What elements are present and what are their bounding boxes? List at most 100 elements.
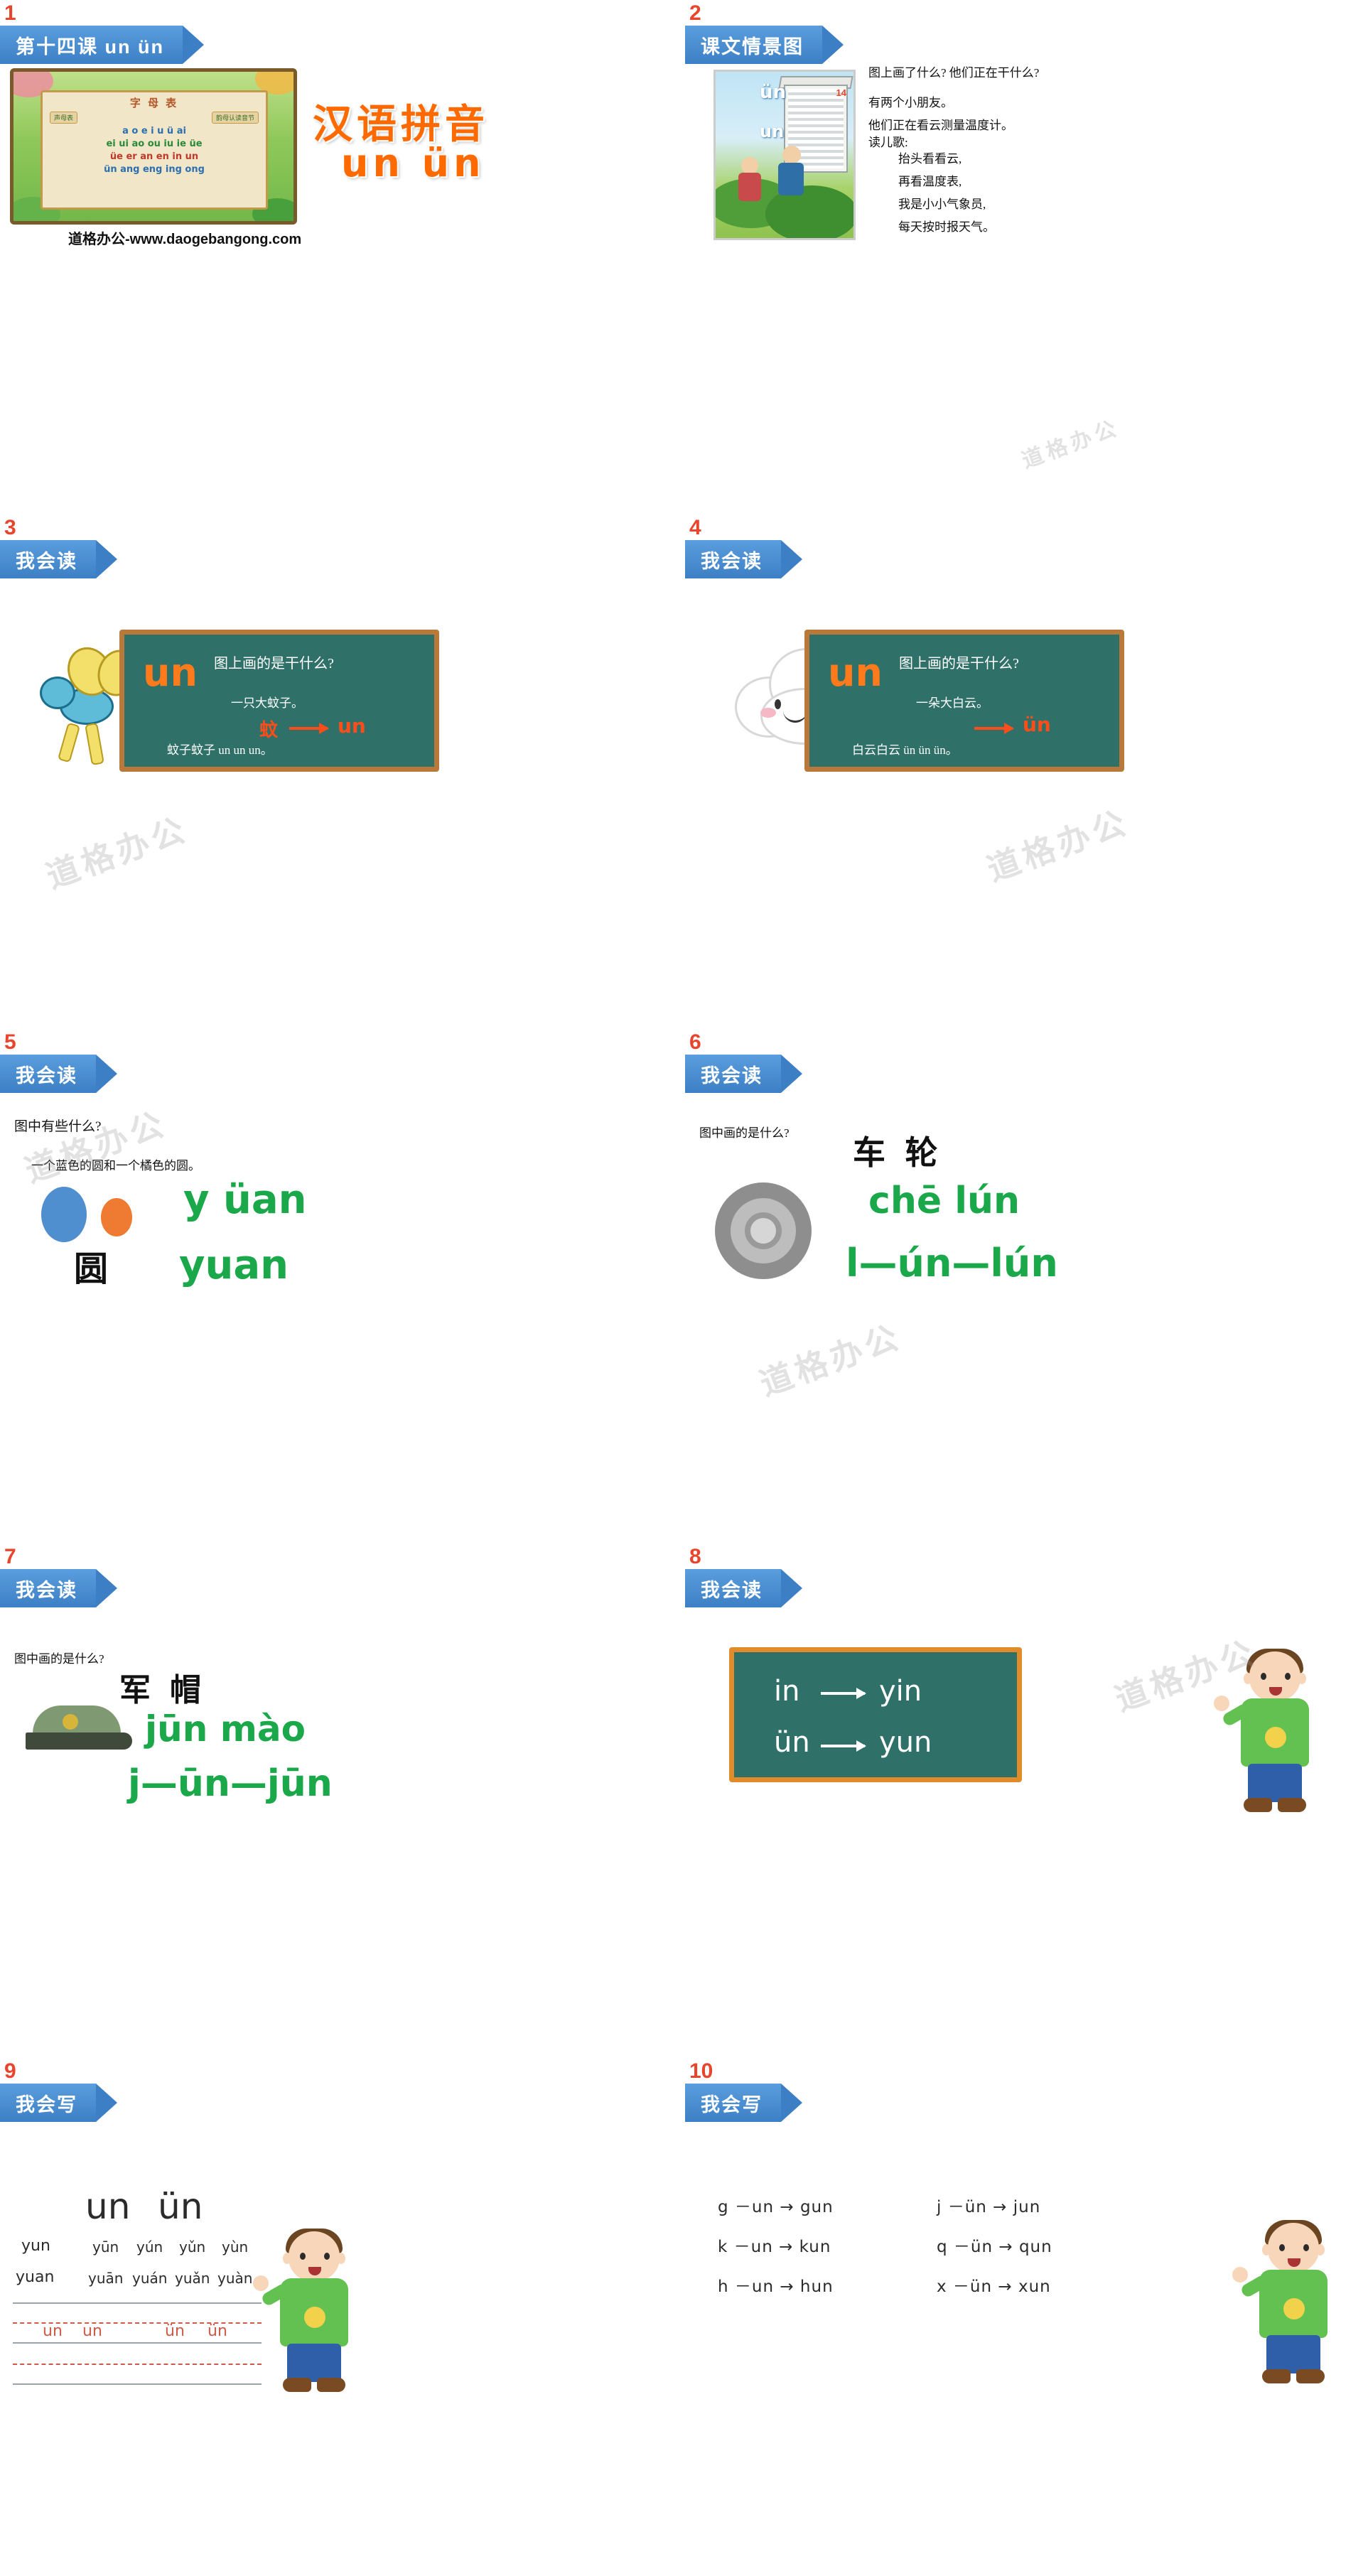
alphabet-chart-image: 字 母 表 声母表 韵母认读音节 a o e i u ü ai ei ui ao…: [10, 68, 297, 225]
slide-banner: 我会读: [685, 1569, 802, 1607]
slide-6: 6 我会读 图中画的是什么? 车 轮 chē lún l—ún—lún 道格办公: [685, 1029, 1368, 1543]
banner-tail: [96, 540, 117, 578]
watermark: 道格办公: [20, 1104, 172, 1190]
wheel-hub: [745, 1212, 782, 1249]
poem-line: 再看温度表,: [898, 175, 962, 188]
tone-yun-2: yún: [136, 2238, 163, 2256]
boy-hand: [253, 2275, 269, 2291]
board-answer: 一朵大白云。: [916, 696, 989, 710]
question-text: 图中画的是什么?: [14, 1652, 104, 1666]
banner-label: 我会写: [685, 2084, 781, 2122]
tone-yun-3: yǔn: [179, 2238, 206, 2256]
blackboard: un 图上画的是干什么? 一只大蚊子。 蚊 un 蚊子蚊子 un un un。: [119, 630, 439, 772]
boy-legs: [1266, 2335, 1320, 2373]
boy-figure: [1214, 1649, 1318, 1815]
slide-number: 2: [689, 1, 701, 25]
slide-banner: 我会读: [0, 540, 117, 578]
slide-2: 2 课文情景图 14 ün un 图上画了什么? 他们正在干什么? 有两个小朋友…: [685, 0, 1368, 514]
watermark: 道格办公: [982, 803, 1134, 888]
write-un-umlaut: ün: [158, 2186, 203, 2227]
scene-question: 图上画了什么? 他们正在干什么?: [868, 66, 1040, 80]
formula-g-un: g －un → gun: [718, 2198, 834, 2216]
pinyin-junmao: jūn mào: [145, 1708, 306, 1750]
boy-shoe: [1244, 1798, 1272, 1812]
mosquito-leg: [57, 722, 81, 763]
tone-yuan-4: yuàn: [217, 2270, 253, 2287]
pinyin-chelun: chē lún: [868, 1180, 1020, 1222]
boy-eye: [1279, 2244, 1285, 2251]
watermark: 道格办公: [1018, 416, 1124, 473]
slide-number: 8: [689, 1545, 701, 1568]
boy-shoe: [1296, 2369, 1325, 2383]
slide-banner: 我会读: [685, 540, 802, 578]
slide-number: 6: [689, 1030, 701, 1054]
write-dashline: [13, 2364, 262, 2365]
boy-eye: [1303, 2244, 1309, 2251]
banner-label: 我会读: [685, 1055, 781, 1093]
cloud-cheek: [760, 708, 776, 718]
boy-ear: [1244, 1673, 1252, 1684]
banner-label: 我会读: [685, 1569, 781, 1607]
scene-picture: 14 ün un: [713, 70, 856, 240]
slide-10: 10 我会写 g －un → gun k －un → kun h －un → h…: [685, 2058, 1368, 2572]
boy-ear: [337, 2253, 345, 2264]
word-junmao: 军 帽: [119, 1673, 207, 1708]
boy-figure: [253, 2229, 357, 2395]
page-badge: 14: [836, 87, 846, 98]
character-wen: 蚊: [259, 720, 279, 740]
chart-title: 字 母 表: [129, 97, 179, 109]
pinyin-yin: yin: [879, 1675, 922, 1708]
banner-tail: [182, 26, 204, 64]
slide-number: 1: [4, 1, 16, 25]
bear-print: [1283, 2298, 1305, 2319]
board-chant: 白云白云 ün ün ün。: [852, 743, 958, 757]
pinyin-yuan-split: y üan: [183, 1177, 307, 1223]
write-line: [13, 2342, 262, 2344]
banner-tail: [781, 1569, 802, 1607]
boy-ear: [1298, 1673, 1306, 1684]
slide-banner: 我会写: [0, 2084, 117, 2122]
poem: 抬头看看云, 再看温度表, 我是小小气象员, 每天按时报天气。: [898, 148, 995, 239]
child-head: [741, 157, 758, 174]
tone-yuan-3: yuǎn: [175, 2270, 210, 2287]
chart-inner: 字 母 表 声母表 韵母认读音节 a o e i u ü ai ei ui ao…: [41, 90, 268, 210]
boy-eye: [324, 2253, 330, 2260]
slide-9: 9 我会写 un ün yun yuan yūn yún yǔn yùn yuā…: [0, 2058, 684, 2572]
army-cap-image: [26, 1705, 132, 1752]
practice-un-umlaut-1: ün: [165, 2322, 185, 2340]
slide-number: 7: [4, 1545, 16, 1568]
slide-banner: 我会读: [0, 1055, 117, 1093]
cloud-eye: [775, 699, 781, 709]
poem-line: 我是小小气象员,: [898, 198, 986, 211]
chart-row: a o e i u ü ai: [122, 126, 186, 136]
credit-line: 道格办公-www.daogebangong.com: [68, 232, 302, 247]
boy-shoe: [1278, 1798, 1306, 1812]
question-text: 图中画的是什么?: [699, 1126, 790, 1140]
picture-pinyin-bottom: un: [760, 122, 785, 141]
banner-label: 我会读: [0, 1569, 96, 1607]
boy-eye: [300, 2253, 306, 2260]
chart-row: ei ui ao ou iu ie üe: [106, 139, 203, 149]
banner-tail: [96, 2084, 117, 2122]
boy-ear: [1316, 2244, 1325, 2256]
banner-tail: [96, 1569, 117, 1607]
slide-4: 4 我会读 un 图上画的是干什么? 一朵大白云。 ün 白云白云 ün ün: [685, 514, 1368, 1029]
slide-banner: 我会读: [685, 1055, 802, 1093]
child-body: [738, 173, 761, 201]
banner-label: 我会读: [685, 540, 781, 578]
blackboard: un 图上画的是干什么? 一朵大白云。 ün 白云白云 ün ün ün。: [804, 630, 1124, 772]
practice-un-umlaut-2: ün: [208, 2322, 227, 2340]
arrow-right: [974, 723, 1014, 734]
pinyin-yun: yun: [879, 1726, 932, 1759]
boy-shoe: [1262, 2369, 1291, 2383]
character-yuan: 圆: [74, 1251, 109, 1288]
question-text: 图中有些什么?: [14, 1119, 102, 1134]
tone-yuan-1: yuān: [88, 2270, 124, 2287]
formula-x-un: x －ün → xun: [937, 2278, 1051, 2296]
watermark: 道格办公: [41, 810, 193, 895]
slide-deck: 1 第十四课 un ün 字 母 表 声母表 韵母认读音节 a o e i u …: [0, 0, 1368, 2572]
picture-pinyin-top: ün: [760, 82, 787, 103]
board-answer: 一只大蚊子。: [231, 696, 303, 710]
boy-shoe: [283, 2378, 311, 2392]
boy-hand: [1214, 1696, 1229, 1711]
